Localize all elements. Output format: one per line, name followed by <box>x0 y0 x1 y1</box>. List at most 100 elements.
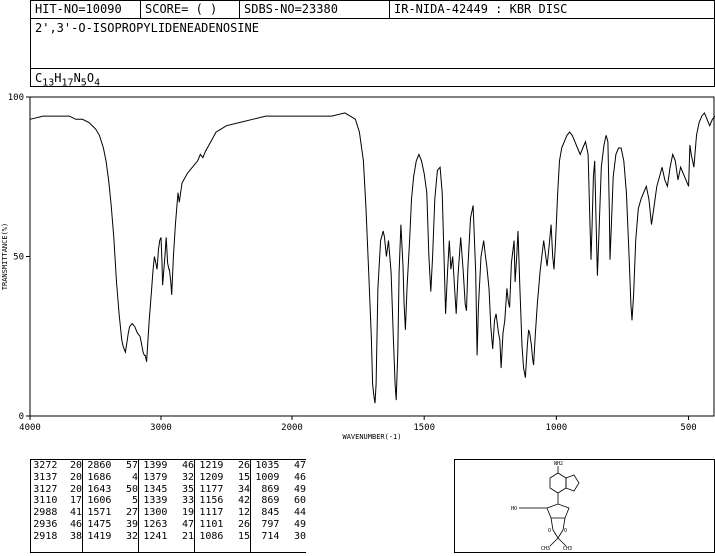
peak-wavenumber: 1379 <box>143 471 168 483</box>
peak-transmittance: 49 <box>293 518 306 530</box>
peak-transmittance: 33 <box>181 495 194 507</box>
peak-row: 1263 47 <box>139 519 194 531</box>
peak-wavenumber: 1209 <box>199 471 224 483</box>
x-tick-label: 4000 <box>19 423 41 433</box>
peak-transmittance: 46 <box>293 471 306 483</box>
hit-number: HIT-NO=10090 <box>30 0 140 19</box>
peak-row: 1177 34 <box>195 484 250 496</box>
peak-wavenumber: 3137 <box>33 471 58 483</box>
peak-wavenumber: 2936 <box>33 518 58 530</box>
peak-transmittance: 39 <box>125 518 138 530</box>
peak-wavenumber: 1643 <box>87 483 112 495</box>
peak-row: 3137 20 <box>31 472 82 484</box>
peak-row: 2988 41 <box>31 507 82 519</box>
peak-wavenumber: 1686 <box>87 471 112 483</box>
peak-transmittance: 15 <box>237 530 250 542</box>
peak-row: 1345 35 <box>139 484 194 496</box>
x-tick-label: 3000 <box>150 423 172 433</box>
molecular-formula: C13H17N5O4 <box>30 69 715 88</box>
peak-transmittance: 19 <box>181 507 194 519</box>
svg-text:O: O <box>548 528 551 534</box>
peak-transmittance: 47 <box>181 518 194 530</box>
y-tick-label: 50 <box>13 253 24 263</box>
peak-row: 1686 4 <box>83 472 138 484</box>
compound-name: 2',3'-O-ISOPROPYLIDENEADENOSINE <box>30 19 715 69</box>
peak-wavenumber: 3110 <box>33 495 58 507</box>
peak-wavenumber: 1117 <box>199 507 224 519</box>
formula-h: H <box>54 71 62 85</box>
peak-wavenumber: 1399 <box>143 460 168 471</box>
peak-row: 3110 17 <box>31 495 82 507</box>
peak-row: 1643 50 <box>83 484 138 496</box>
peak-wavenumber: 1300 <box>143 507 168 519</box>
peak-row: 1399 46 <box>139 460 194 472</box>
peak-transmittance: 44 <box>293 507 306 519</box>
x-tick-label: 500 <box>680 423 696 433</box>
peak-row: 1086 15 <box>195 531 250 543</box>
peak-wavenumber: 1475 <box>87 518 112 530</box>
svg-text:NH2: NH2 <box>554 461 563 467</box>
peak-row: 1009 46 <box>251 472 306 484</box>
peak-wavenumber: 714 <box>261 530 280 542</box>
peak-transmittance: 42 <box>237 495 250 507</box>
x-tick-label: 1000 <box>546 423 568 433</box>
peak-table-column-1: 3272 20 3137 20 3127 20 3110 17 2988 41 2936 46 2918… <box>30 459 82 553</box>
peak-transmittance: 34 <box>237 483 250 495</box>
svg-text:CH3: CH3 <box>563 546 572 552</box>
peak-transmittance: 12 <box>237 507 250 519</box>
peak-row: 1101 26 <box>195 519 250 531</box>
peak-wavenumber: 1009 <box>255 471 280 483</box>
peak-row: 3127 20 <box>31 484 82 496</box>
peak-wavenumber: 845 <box>261 507 280 519</box>
peak-wavenumber: 3127 <box>33 483 58 495</box>
y-tick-label: 100 <box>8 93 24 103</box>
formula-n: N <box>73 71 81 85</box>
peak-row: 1219 26 <box>195 460 250 472</box>
peak-wavenumber: 797 <box>261 518 280 530</box>
peak-row: 1117 12 <box>195 507 250 519</box>
peak-wavenumber: 2988 <box>33 507 58 519</box>
peak-wavenumber: 1101 <box>199 518 224 530</box>
svg-text:HO: HO <box>511 506 517 512</box>
peak-row: 1209 15 <box>195 472 250 484</box>
peak-table-column-3: 1399 46 1379 32 1345 35 1339 33 1300 19 1263 47 1241… <box>138 459 194 553</box>
peak-transmittance: 20 <box>69 460 82 471</box>
peak-row: 3272 20 <box>31 460 82 472</box>
peak-transmittance: 17 <box>69 495 82 507</box>
peak-table-column-2: 2860 57 1686 4 1643 50 1606 5 1571 27 1475 39 1419 32 <box>82 459 138 553</box>
peak-row: 1241 21 <box>139 531 194 543</box>
peak-row: 1339 33 <box>139 495 194 507</box>
peak-wavenumber: 1035 <box>255 460 280 471</box>
peak-row: 1300 19 <box>139 507 194 519</box>
peak-row: 869 60 <box>251 495 306 507</box>
peak-transmittance: 20 <box>69 471 82 483</box>
x-tick-label: 1500 <box>413 423 435 433</box>
peak-transmittance: 5 <box>131 495 138 507</box>
peak-transmittance: 20 <box>69 483 82 495</box>
svg-text:O: O <box>564 528 567 534</box>
peak-transmittance: 30 <box>293 530 306 542</box>
peak-wavenumber: 1086 <box>199 530 224 542</box>
ir-nida-number: IR-NIDA-42449 : KBR DISC <box>389 0 715 19</box>
peak-row: 2860 57 <box>83 460 138 472</box>
peak-row: 714 30 <box>251 531 306 543</box>
peak-row: 1379 32 <box>139 472 194 484</box>
spectrum-line <box>29 111 715 404</box>
peak-transmittance: 27 <box>125 507 138 519</box>
peak-wavenumber: 1219 <box>199 460 224 471</box>
molecular-structure: NH2 HO O O CH3 CH3 <box>454 459 715 553</box>
peak-table-column-4: 1219 26 1209 15 1177 34 1156 42 1117 12 1101 26 1086… <box>194 459 250 553</box>
peak-row: 2918 38 <box>31 531 82 543</box>
peak-row: 1571 27 <box>83 507 138 519</box>
ir-spectrum-chart: 4000 3000 2000 1500 1000 500 0 50 100 WAVENUMBER(… <box>1 93 715 441</box>
peak-row: 1419 32 <box>83 531 138 543</box>
peak-wavenumber: 1419 <box>87 530 112 542</box>
peak-wavenumber: 1177 <box>199 483 224 495</box>
peak-transmittance: 32 <box>181 471 194 483</box>
peak-transmittance: 4 <box>131 471 138 483</box>
peak-transmittance: 46 <box>181 460 194 471</box>
peak-transmittance: 26 <box>237 460 250 471</box>
score: SCORE= ( ) <box>140 0 239 19</box>
peak-wavenumber: 869 <box>261 495 280 507</box>
peak-wavenumber: 1339 <box>143 495 168 507</box>
